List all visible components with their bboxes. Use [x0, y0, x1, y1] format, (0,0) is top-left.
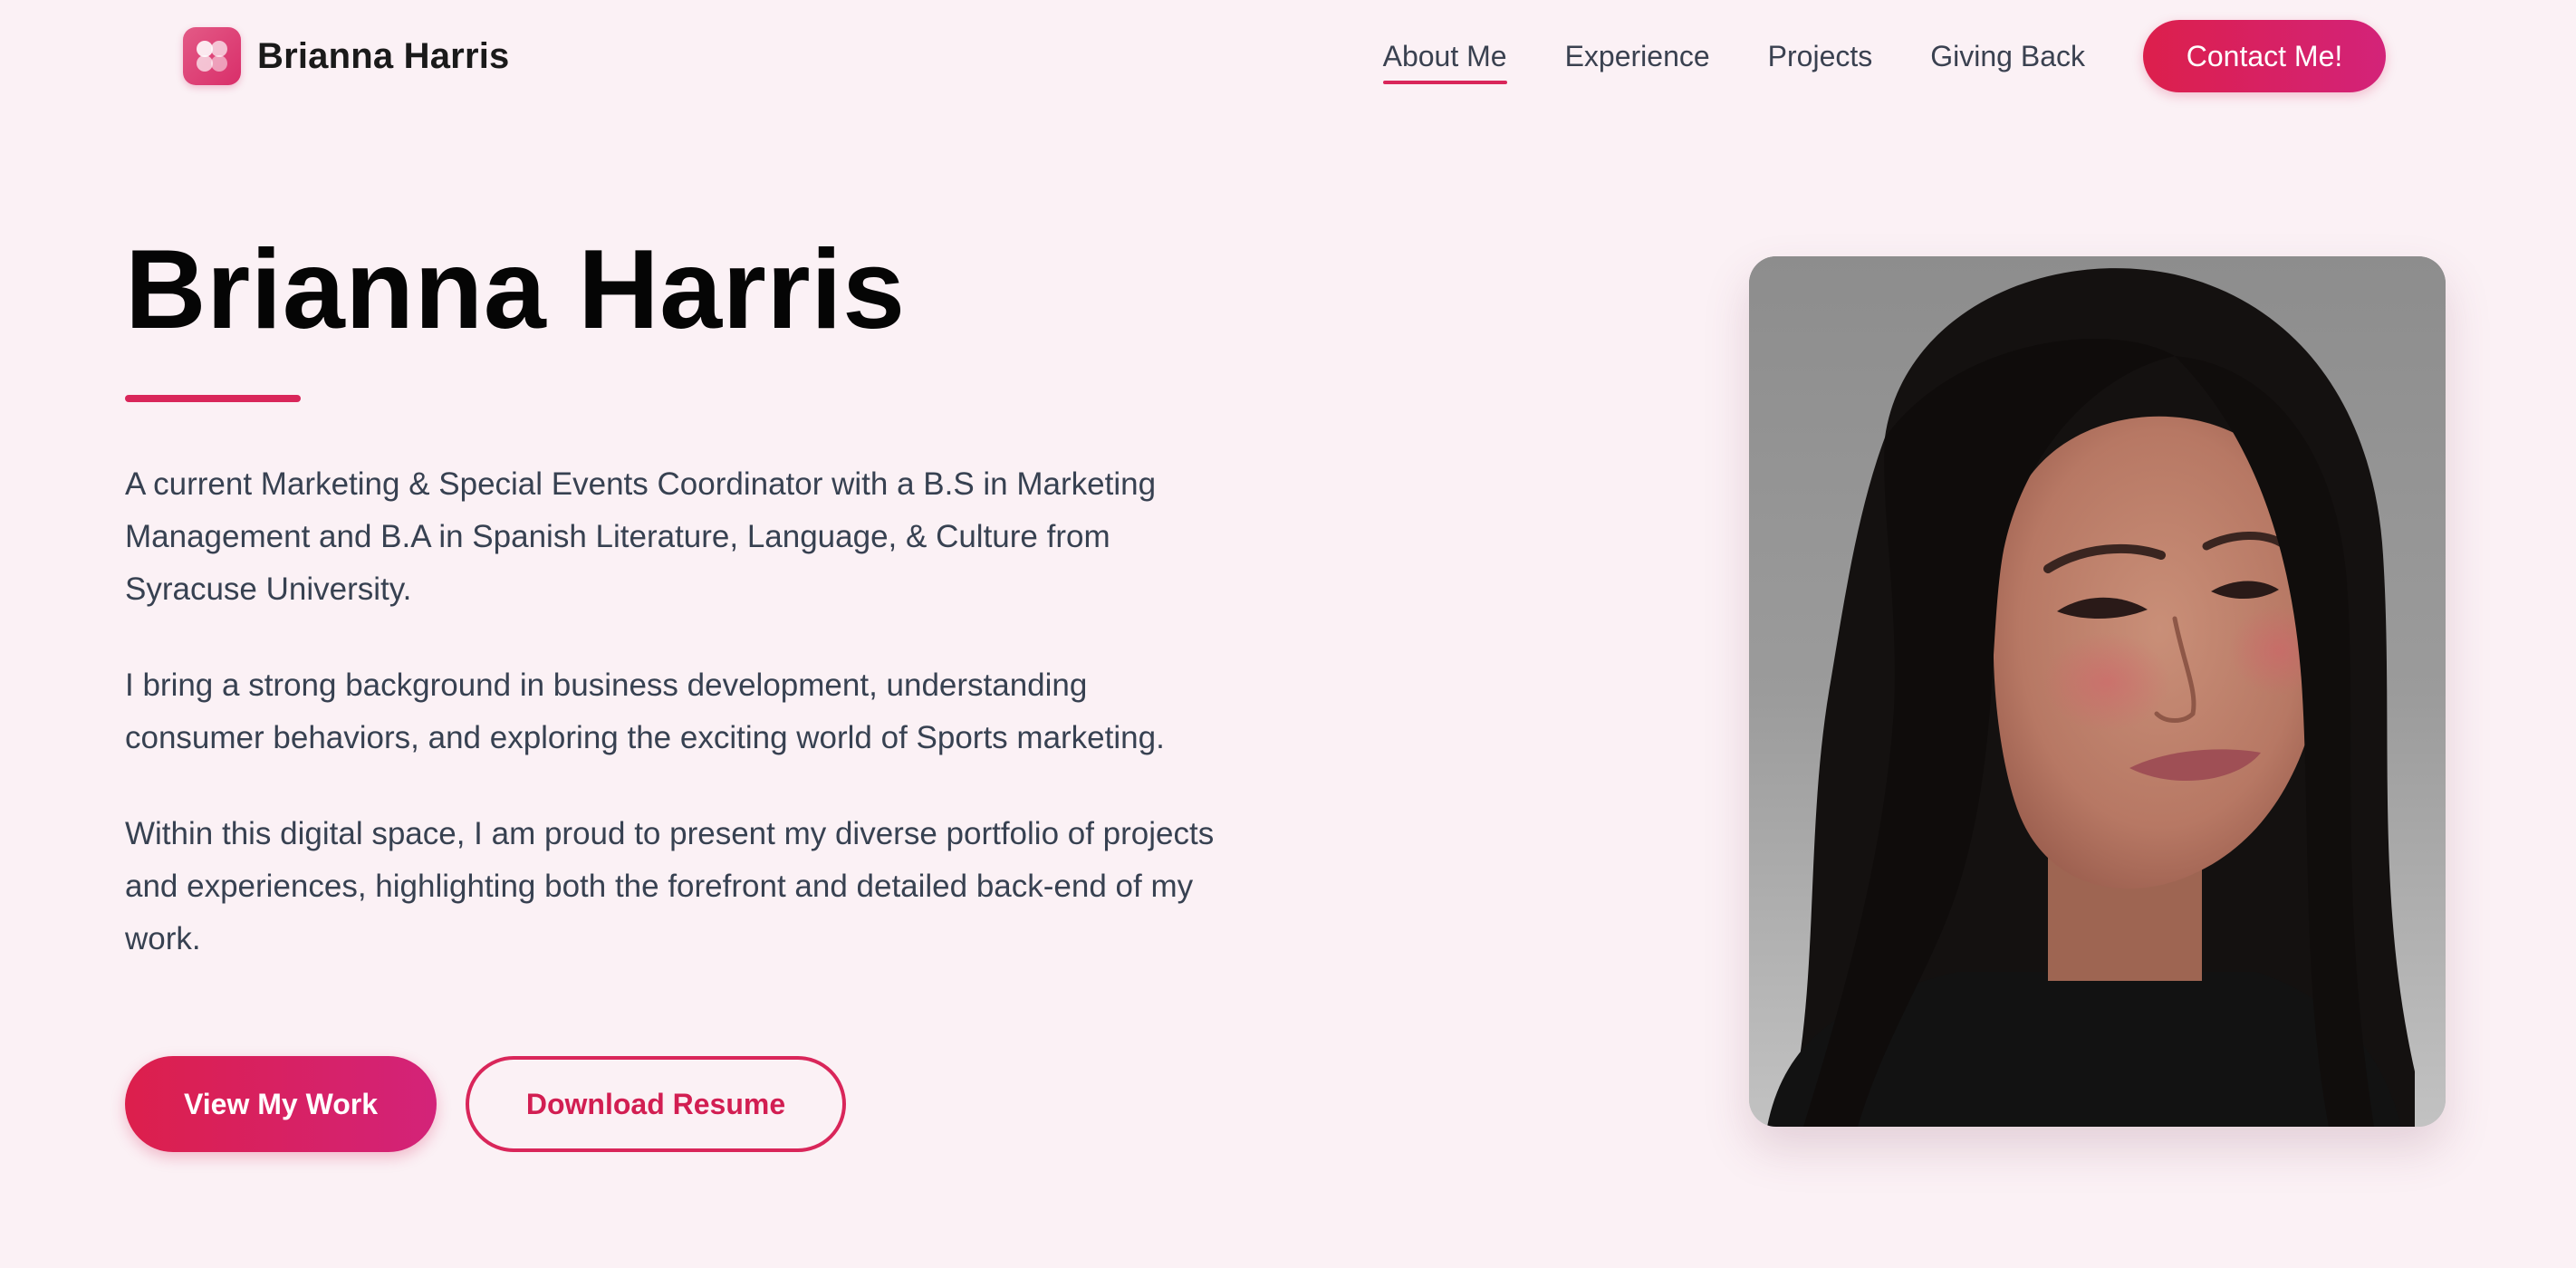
nav-experience[interactable]: Experience — [1565, 34, 1710, 79]
brand-name: Brianna Harris — [257, 35, 510, 76]
nav-giving-back[interactable]: Giving Back — [1930, 34, 2085, 79]
contact-button[interactable]: Contact Me! — [2143, 20, 2386, 92]
hero-title: Brianna Harris — [125, 227, 906, 352]
site-header: Brianna Harris About Me Experience Proje… — [0, 0, 2576, 112]
title-underline — [125, 395, 301, 402]
download-resume-button[interactable]: Download Resume — [466, 1056, 846, 1152]
main-nav: About Me Experience Projects Giving Back… — [1382, 20, 2386, 92]
nav-projects[interactable]: Projects — [1768, 34, 1873, 79]
bio-paragraph-2: I bring a strong background in business … — [125, 668, 1165, 755]
profile-photo — [1749, 256, 2446, 1127]
hero-actions: View My Work Download Resume — [125, 1056, 846, 1152]
nav-about-me[interactable]: About Me — [1382, 34, 1507, 84]
brand-link[interactable]: Brianna Harris — [183, 27, 509, 85]
view-my-work-button[interactable]: View My Work — [125, 1056, 437, 1152]
bio-paragraph-3: Within this digital space, I am proud to… — [125, 816, 1215, 956]
bio-text: A current Marketing & Special Events Coo… — [125, 458, 1230, 1009]
bio-paragraph-1: A current Marketing & Special Events Coo… — [125, 466, 1157, 607]
flower-logo-icon — [183, 27, 241, 85]
